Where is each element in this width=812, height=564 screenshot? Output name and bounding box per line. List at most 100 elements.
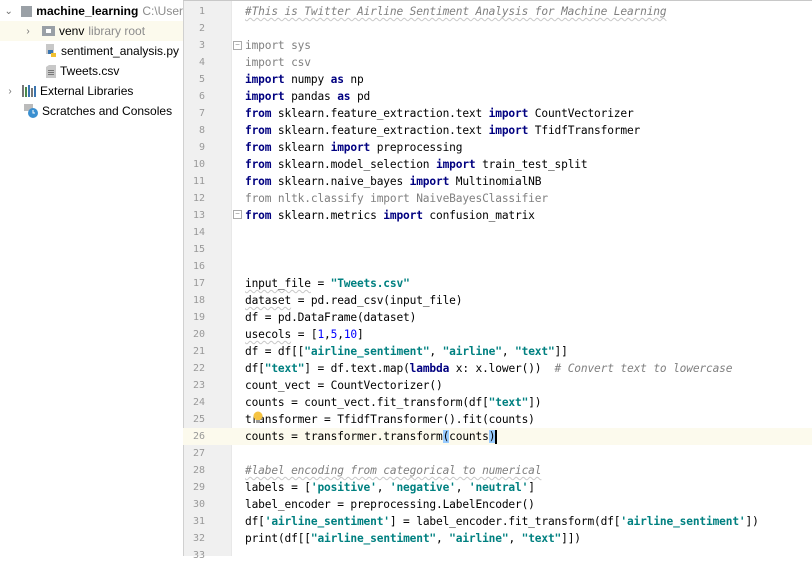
code-token: )	[488, 430, 496, 443]
chevron-down-icon[interactable]: ⌄	[4, 5, 13, 17]
code-line[interactable]: df = pd.DataFrame(dataset)	[245, 309, 812, 326]
code-line[interactable]: from sklearn.feature_extraction.text imp…	[245, 122, 812, 139]
code-token: import	[409, 175, 450, 188]
text-file-icon	[46, 64, 56, 78]
root-name: machine_learning	[36, 4, 139, 18]
code-token: "text"	[488, 396, 529, 409]
code-token: MultinomialNB	[449, 175, 542, 188]
editor-top-border	[183, 0, 812, 1]
code-token: from nltk.classify import NaiveBayesClas…	[245, 192, 548, 205]
venv-label: venv	[59, 24, 85, 38]
line-number: 27	[192, 448, 205, 459]
code-line[interactable]: #label encoding from categorical to nume…	[245, 462, 812, 479]
line-number: 30	[192, 499, 205, 510]
chevron-right-icon[interactable]: ›	[4, 85, 16, 97]
code-line[interactable]	[245, 241, 812, 258]
code-line[interactable]: df = df[["airline_sentiment", "airline",…	[245, 343, 812, 360]
code-token: ] = df.text.map(	[304, 362, 410, 375]
code-token: from	[245, 107, 272, 120]
code-token: CountVectorizer	[528, 107, 634, 120]
code-token: "Tweets.csv"	[330, 277, 410, 290]
code-token: ]	[528, 481, 535, 494]
project-tree: ⌄ machine_learning C:\User › venv librar…	[0, 0, 183, 556]
code-line[interactable]: from nltk.classify import NaiveBayesClas…	[245, 190, 812, 207]
code-line[interactable]: import numpy as np	[245, 71, 812, 88]
code-token: import	[245, 56, 285, 69]
fold-end-icon[interactable]: −	[233, 210, 242, 219]
code-token: csv	[284, 56, 311, 69]
code-token: import	[435, 158, 476, 171]
tree-item-external-libraries[interactable]: › External Libraries	[0, 81, 183, 101]
code-token: sys	[284, 39, 311, 52]
line-number: 11	[192, 176, 205, 187]
folder-icon	[42, 26, 55, 36]
code-line[interactable]: import sys	[245, 37, 812, 54]
line-number: 29	[192, 482, 205, 493]
code-token: train_test_split	[475, 158, 588, 171]
code-line[interactable]: from sklearn.feature_extraction.text imp…	[245, 105, 812, 122]
tree-item-sentiment-analysis[interactable]: sentiment_analysis.py	[0, 41, 183, 61]
code-token: sklearn.metrics	[271, 209, 384, 222]
code-line[interactable]: labels = ['positive', 'negative', 'neutr…	[245, 479, 812, 496]
code-token: import	[245, 90, 285, 103]
code-line[interactable]: label_encoder = preprocessing.LabelEncod…	[245, 496, 812, 513]
code-token: 'neutral'	[468, 481, 529, 494]
code-line[interactable]: df['airline_sentiment'] = label_encoder.…	[245, 513, 812, 530]
code-token: #This is Twitter Airline Sentiment Analy…	[245, 5, 667, 18]
code-line[interactable]	[245, 20, 812, 37]
code-line[interactable]: count_vect = CountVectorizer()	[245, 377, 812, 394]
code-line[interactable]: from sklearn.model_selection import trai…	[245, 156, 812, 173]
code-line[interactable]: import pandas as pd	[245, 88, 812, 105]
code-line[interactable]: usecols = [1,5,10]	[245, 326, 812, 343]
code-token: 10	[343, 328, 357, 341]
line-number: 3	[198, 40, 205, 51]
code-token: ,	[429, 345, 443, 358]
tree-root-machine-learning[interactable]: ⌄ machine_learning C:\User	[0, 1, 183, 21]
code-line[interactable]: counts = transformer.transform(counts)	[245, 428, 812, 445]
code-token: as	[337, 90, 351, 103]
code-line[interactable]: transformer = TfidfTransformer().fit(cou…	[245, 411, 812, 428]
tree-item-venv[interactable]: › venv library root	[0, 21, 183, 41]
root-path: C:\User	[142, 4, 183, 18]
code-token: import	[245, 39, 285, 52]
code-token: ,	[324, 328, 331, 341]
code-line[interactable]: print(df[["airline_sentiment", "airline"…	[245, 530, 812, 547]
code-token: numpy	[284, 73, 331, 86]
line-number: 28	[192, 465, 205, 476]
code-token: labels = [	[245, 481, 311, 494]
line-number: 21	[192, 346, 205, 357]
lightbulb-icon[interactable]	[253, 411, 263, 423]
code-line[interactable]	[245, 445, 812, 462]
tree-item-scratches[interactable]: Scratches and Consoles	[0, 101, 183, 121]
line-number: 24	[192, 397, 205, 408]
line-number: 18	[192, 295, 205, 306]
chevron-right-icon[interactable]: ›	[22, 25, 34, 37]
code-line[interactable]: from sklearn import preprocessing	[245, 139, 812, 156]
code-token: from	[245, 209, 272, 222]
folder-icon	[21, 5, 33, 17]
code-line[interactable]: dataset = pd.read_csv(input_file)	[245, 292, 812, 309]
code-token: ,	[337, 328, 344, 341]
code-token: 'airline_sentiment'	[620, 515, 746, 528]
code-line[interactable]: import csv	[245, 54, 812, 71]
code-line[interactable]: #This is Twitter Airline Sentiment Analy…	[245, 3, 812, 20]
line-number: 26	[192, 431, 205, 442]
code-line[interactable]: from sklearn.naive_bayes import Multinom…	[245, 173, 812, 190]
code-token: df = pd.DataFrame(dataset)	[245, 311, 417, 324]
line-number: 25	[192, 414, 205, 425]
fold-gutter	[231, 0, 243, 556]
code-line[interactable]: input_file = "Tweets.csv"	[245, 275, 812, 292]
tree-item-tweets-csv[interactable]: Tweets.csv	[0, 61, 183, 81]
code-token: input_file	[245, 277, 311, 290]
code-token: pandas	[284, 90, 338, 103]
code-token: "airline"	[449, 532, 509, 545]
code-line[interactable]: df["text"] = df.text.map(lambda x: x.low…	[245, 360, 812, 377]
code-token: sklearn.feature_extraction.text	[271, 107, 489, 120]
code-token: ,	[501, 345, 516, 358]
code-line[interactable]	[245, 224, 812, 241]
code-line[interactable]: counts = count_vect.fit_transform(df["te…	[245, 394, 812, 411]
code-line[interactable]	[245, 258, 812, 275]
fold-open-icon[interactable]: −	[233, 41, 242, 50]
code-line[interactable]: from sklearn.metrics import confusion_ma…	[245, 207, 812, 224]
code-token: "airline"	[442, 345, 502, 358]
